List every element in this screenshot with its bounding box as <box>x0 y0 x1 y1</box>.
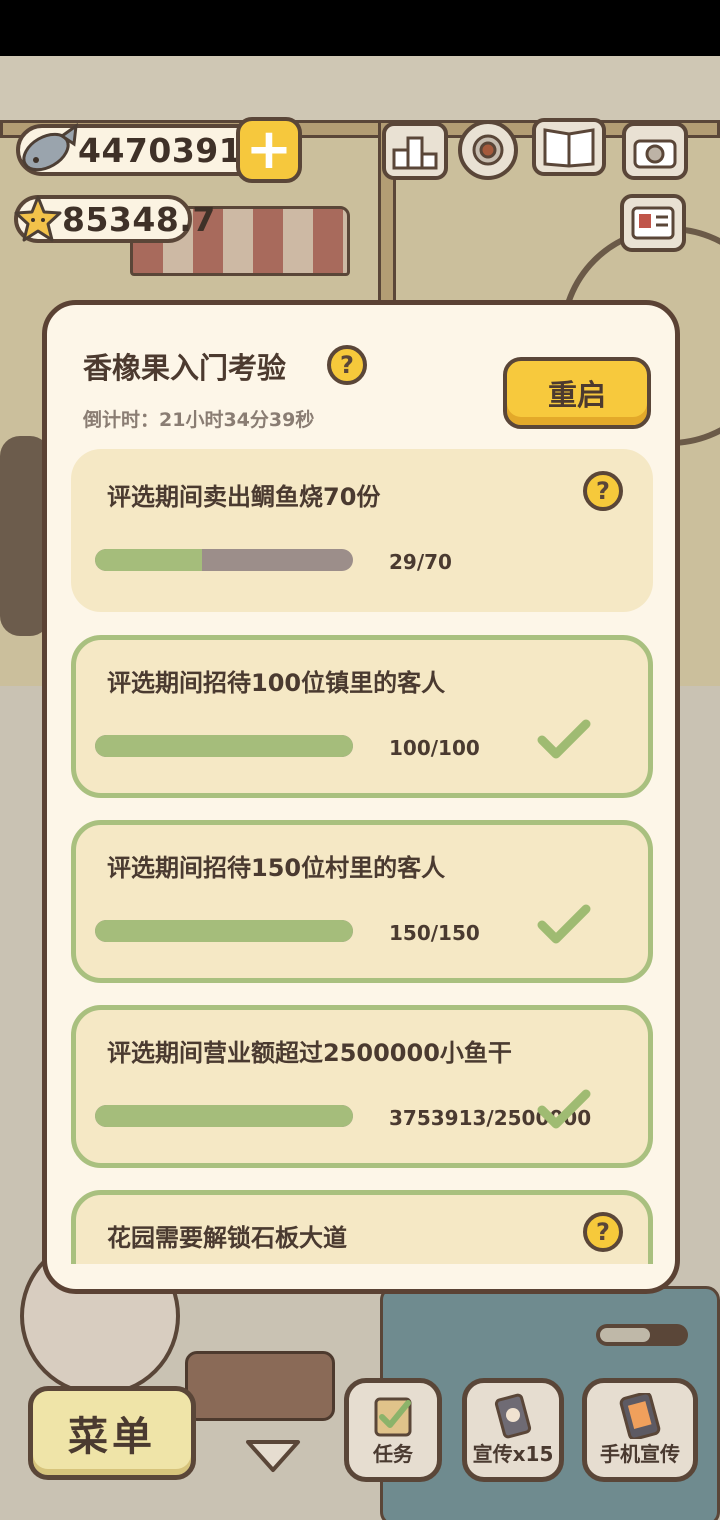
check-icon <box>537 719 591 759</box>
star-icon <box>14 195 62 242</box>
star-currency-chip: 85348.7 <box>14 195 215 243</box>
plus-icon: + <box>245 117 293 182</box>
chevron-down-icon[interactable] <box>244 1436 302 1476</box>
task-progress-fill <box>95 735 353 757</box>
task-progress-text: 29/70 <box>389 550 452 574</box>
progress-pill <box>596 1324 688 1346</box>
phone-promote-button-label: 手机宣传 <box>600 1442 680 1466</box>
promote-button-label: 宣传x15 <box>472 1442 554 1466</box>
phone-icon <box>619 1393 661 1439</box>
task-progress-text: 150/150 <box>389 921 480 945</box>
restart-button[interactable]: 重启 <box>503 357 651 429</box>
challenge-modal: 香橡果入门考验 ? 倒计时：21小时34分39秒 重启 评选期间卖出鲷鱼烧70份… <box>42 300 680 1294</box>
check-icon <box>537 904 591 944</box>
tasks-button-label: 任务 <box>373 1442 413 1466</box>
task-progress-fill <box>95 1105 353 1127</box>
task-help-icon[interactable]: ? <box>583 1212 623 1252</box>
fish-icon <box>22 122 78 172</box>
scene-bench <box>185 1351 335 1421</box>
task-progress-bar <box>95 549 353 571</box>
phone-promote-button[interactable]: 手机宣传 <box>582 1378 698 1482</box>
check-icon <box>537 1089 591 1129</box>
task-list[interactable]: 评选期间卖出鲷鱼烧70份 ? 29/70 评选期间招待100位镇里的客人 100… <box>47 449 675 1264</box>
podium-icon <box>392 136 438 170</box>
task-help-icon[interactable]: ? <box>583 471 623 511</box>
star-currency-value: 85348.7 <box>62 199 216 239</box>
task-progress-fill <box>95 920 353 942</box>
flyer-icon <box>494 1393 532 1439</box>
book-icon <box>543 128 595 168</box>
tasks-button[interactable]: 任务 <box>344 1378 442 1482</box>
camera-icon <box>633 139 677 169</box>
task-progress-fill <box>95 549 202 571</box>
id-card-button[interactable] <box>620 194 686 252</box>
catalog-button[interactable] <box>532 118 606 176</box>
modal-title: 香橡果入门考验 <box>83 351 287 385</box>
settings-button[interactable] <box>458 120 518 180</box>
task-card: 评选期间卖出鲷鱼烧70份 ? 29/70 <box>71 449 653 612</box>
task-progress-bar <box>95 1105 353 1127</box>
task-progress-text: 100/100 <box>389 736 480 760</box>
gear-icon <box>472 134 504 166</box>
leaderboard-button[interactable] <box>382 122 448 180</box>
promote-button[interactable]: 宣传x15 <box>462 1378 564 1482</box>
countdown-text: 倒计时：21小时34分39秒 <box>83 409 315 431</box>
task-card: 评选期间营业额超过2500000小鱼干 3753913/2500000 <box>71 1005 653 1168</box>
id-card-icon <box>631 206 675 240</box>
task-text: 评选期间招待100位镇里的客人 <box>107 669 446 697</box>
menu-button[interactable]: 菜单 <box>28 1386 196 1480</box>
task-text: 评选期间招待150位村里的客人 <box>107 854 446 882</box>
title-help-icon[interactable]: ? <box>327 345 367 385</box>
task-text: 评选期间营业额超过2500000小鱼干 <box>107 1039 512 1067</box>
system-status-bar <box>0 0 720 56</box>
camera-button[interactable] <box>622 122 688 180</box>
task-text: 评选期间卖出鲷鱼烧70份 <box>107 483 381 511</box>
add-currency-button[interactable]: + <box>236 117 302 183</box>
task-card: 评选期间招待100位镇里的客人 100/100 <box>71 635 653 798</box>
clipboard-check-icon <box>374 1397 412 1437</box>
task-text: 花园需要解锁石板大道 <box>107 1224 347 1252</box>
task-progress-bar <box>95 920 353 942</box>
task-progress-bar <box>95 735 353 757</box>
task-card: 评选期间招待150位村里的客人 150/150 <box>71 820 653 983</box>
task-card: 花园需要解锁石板大道 ? <box>71 1190 653 1264</box>
